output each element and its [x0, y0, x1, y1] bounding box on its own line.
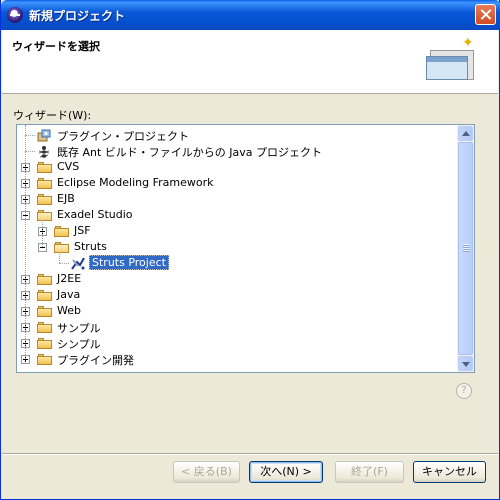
tree-item[interactable]: Struts Project: [17, 255, 457, 271]
tree-item[interactable]: Java: [17, 287, 457, 303]
tree-item[interactable]: Exadel Studio: [17, 207, 457, 223]
tree-item[interactable]: CVS: [17, 159, 457, 175]
wizards-label: ウィザード(W):: [13, 109, 92, 122]
tree-item[interactable]: JSF: [17, 223, 457, 239]
tree-exadel-line: [42, 220, 43, 247]
tree-item[interactable]: Eclipse Modeling Framework: [17, 175, 457, 191]
back-button[interactable]: < 戻る(B): [173, 461, 240, 483]
tree-item-label: Web: [57, 304, 81, 317]
tree-item[interactable]: J2EE: [17, 271, 457, 287]
folder-icon: [54, 226, 70, 237]
next-button[interactable]: 次へ(N) >: [249, 461, 323, 483]
tree-connector: [59, 263, 69, 264]
tree-item[interactable]: Struts: [17, 239, 457, 255]
new-project-dialog: 新規プロジェクト ウィザードを選択 ✦ ウィザード(W): プラグイン・プロジェ…: [0, 0, 500, 500]
window-title: 新規プロジェクト: [29, 9, 126, 23]
wizard-banner: ウィザードを選択 ✦: [2, 30, 498, 94]
folder-icon: [37, 290, 53, 301]
tree-struts-line: [59, 252, 60, 263]
tree-item-label: Java: [57, 288, 81, 301]
tree-item[interactable]: プラグイン・プロジェクト: [17, 127, 457, 143]
tree-item[interactable]: プラグイン開発: [17, 351, 457, 367]
tree-item-label: JSF: [74, 224, 91, 237]
tree-item[interactable]: サンプル: [17, 319, 457, 335]
tree-item-label: プラグイン開発: [57, 354, 134, 367]
tree-item-label: プラグイン・プロジェクト: [57, 130, 189, 143]
vertical-scrollbar[interactable]: [457, 125, 474, 372]
button-separator: [2, 453, 498, 455]
tree-item-label: サンプル: [57, 322, 101, 335]
tree-item-label: Struts: [74, 240, 107, 253]
banner-title: ウィザードを選択: [12, 40, 100, 53]
struts-project-icon: [71, 257, 85, 270]
tree-item[interactable]: シンプル: [17, 335, 457, 351]
folder-icon: [37, 338, 53, 349]
tree-item[interactable]: 既存 Ant ビルド・ファイルからの Java プロジェクト: [17, 143, 457, 159]
close-button[interactable]: [475, 4, 496, 25]
tree-item[interactable]: EJB: [17, 191, 457, 207]
scrollbar-thumb[interactable]: [458, 142, 473, 355]
finish-button[interactable]: 終了(F): [335, 461, 404, 483]
folder-icon: [37, 194, 53, 205]
tree-connector: [25, 135, 35, 136]
eclipse-icon: [7, 7, 23, 23]
tree-root-line: [25, 125, 26, 359]
plugin-project-icon: [37, 129, 51, 142]
tree-item-label: シンプル: [57, 338, 101, 351]
folder-icon: [37, 162, 53, 173]
folder-open-icon: [37, 210, 53, 221]
tree-item-label: Struts Project: [89, 255, 169, 270]
folder-open-icon: [54, 242, 70, 253]
folder-icon: [37, 178, 53, 189]
folder-icon: [37, 274, 53, 285]
tree-item-label: EJB: [57, 192, 75, 205]
scroll-up-button[interactable]: [458, 126, 473, 141]
tree-connector: [25, 151, 35, 152]
tree-item[interactable]: Web: [17, 303, 457, 319]
tree-item-label: Exadel Studio: [57, 208, 133, 221]
ant-icon: [37, 145, 51, 158]
folder-icon: [37, 354, 53, 365]
help-icon[interactable]: ?: [456, 383, 472, 399]
tree-item-label: CVS: [57, 160, 80, 173]
wizard-tree[interactable]: プラグイン・プロジェクト既存 Ant ビルド・ファイルからの Java プロジェ…: [16, 124, 475, 373]
tree-item-label: Eclipse Modeling Framework: [57, 176, 214, 189]
new-wizard-icon: ✦: [426, 36, 474, 80]
tree-item-label: J2EE: [57, 272, 82, 285]
folder-icon: [37, 306, 53, 317]
wizard-tree-content: プラグイン・プロジェクト既存 Ant ビルド・ファイルからの Java プロジェ…: [17, 125, 457, 372]
cancel-button[interactable]: キャンセル: [413, 461, 486, 483]
folder-icon: [37, 322, 53, 333]
scroll-down-button[interactable]: [458, 356, 473, 371]
tree-item-label: 既存 Ant ビルド・ファイルからの Java プロジェクト: [57, 146, 323, 159]
title-bar[interactable]: 新規プロジェクト: [1, 0, 500, 30]
